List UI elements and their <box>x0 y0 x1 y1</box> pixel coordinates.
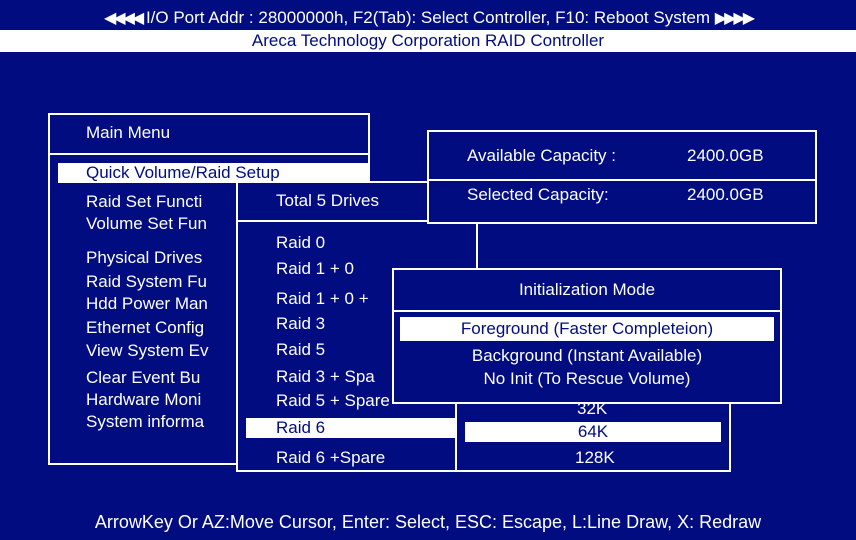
main-menu-item-hdd-power-management[interactable]: Hdd Power Man <box>86 294 208 314</box>
main-menu-item-system-information[interactable]: System informa <box>86 412 204 432</box>
main-menu-item-quick-volume-raid-setup[interactable]: Quick Volume/Raid Setup <box>58 163 368 183</box>
selected-capacity-label: Selected Capacity: <box>467 185 609 204</box>
header-text: I/O Port Addr : 28000000h, F2(Tab): Sele… <box>145 8 711 27</box>
raid-level-item-raid-5[interactable]: Raid 5 <box>276 340 325 360</box>
main-menu-item-raid-system-functions[interactable]: Raid System Fu <box>86 272 207 292</box>
stripe-size-panel: 32K 64K 128K <box>455 392 731 472</box>
main-menu-item-clear-event-buffer[interactable]: Clear Event Bu <box>86 368 200 388</box>
main-menu-item-view-system-events[interactable]: View System Ev <box>86 341 209 361</box>
main-menu-item-ethernet-configuration[interactable]: Ethernet Config <box>86 318 204 338</box>
footer-help: ArrowKey Or AZ:Move Cursor, Enter: Selec… <box>94 512 762 532</box>
main-menu-item-hardware-monitor[interactable]: Hardware Moni <box>86 390 201 410</box>
main-menu-item-raid-set-functions[interactable]: Raid Set Functi <box>86 192 202 212</box>
right-arrows-icon: ▶▶▶▶ <box>714 10 755 27</box>
available-capacity-value: 2400.0GB <box>687 146 764 165</box>
raid-level-item-raid-1-0-spare[interactable]: Raid 1 + 0 + <box>276 289 369 309</box>
initialization-mode-separator <box>394 310 780 312</box>
raid-level-title: Total 5 Drives <box>276 191 379 210</box>
bios-screen: ◀◀◀◀ I/O Port Addr : 28000000h, F2(Tab):… <box>0 0 856 540</box>
stripe-size-item-128k[interactable]: 128K <box>575 448 615 468</box>
stripe-size-item-64k[interactable]: 64K <box>465 422 721 442</box>
raid-level-item-raid-3-spare[interactable]: Raid 3 + Spa <box>276 367 375 387</box>
raid-level-item-raid-3[interactable]: Raid 3 <box>276 314 325 334</box>
initialization-mode-title: Initialization Mode <box>518 280 656 299</box>
capacity-panel: Available Capacity : 2400.0GB Selected C… <box>427 130 817 224</box>
init-mode-foreground-option[interactable]: Foreground (Faster Completeion) <box>400 317 774 341</box>
main-menu-item-volume-set-functions[interactable]: Volume Set Fun <box>86 214 207 234</box>
main-menu-item-physical-drives[interactable]: Physical Drives <box>86 248 202 268</box>
raid-level-item-raid-6[interactable]: Raid 6 <box>246 418 466 438</box>
raid-level-item-raid-5-spare[interactable]: Raid 5 + Spare <box>276 391 390 411</box>
capacity-separator <box>429 179 815 181</box>
available-capacity-label: Available Capacity : <box>467 146 616 165</box>
selected-capacity-value: 2400.0GB <box>687 185 764 204</box>
main-menu-separator <box>50 153 368 155</box>
header-bar: ◀◀◀◀ I/O Port Addr : 28000000h, F2(Tab):… <box>6 6 850 29</box>
init-mode-no-init-option[interactable]: No Init (To Rescue Volume) <box>394 369 780 389</box>
main-menu-title: Main Menu <box>86 123 171 142</box>
raid-level-item-raid-0[interactable]: Raid 0 <box>276 233 325 253</box>
controller-title: Areca Technology Corporation RAID Contro… <box>0 30 856 52</box>
initialization-mode-panel: Initialization Mode Foreground (Faster C… <box>392 268 782 404</box>
raid-level-item-raid-1-0[interactable]: Raid 1 + 0 <box>276 259 354 279</box>
init-mode-background-option[interactable]: Background (Instant Available) <box>394 346 780 366</box>
left-arrows-icon: ◀◀◀◀ <box>103 10 144 27</box>
raid-level-item-raid-6-spare[interactable]: Raid 6 +Spare <box>276 448 385 468</box>
